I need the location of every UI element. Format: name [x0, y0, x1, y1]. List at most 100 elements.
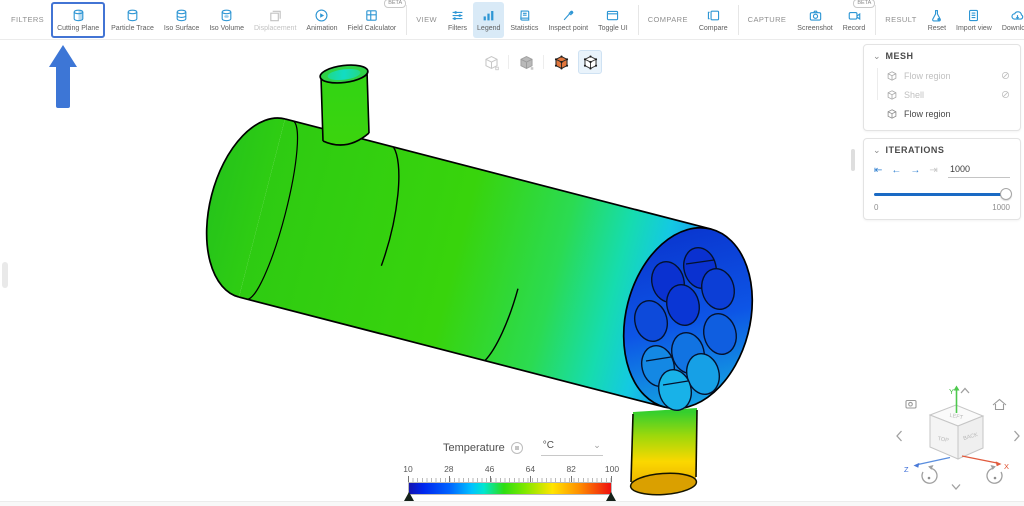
mesh-panel-header[interactable]: ⌄ MESH [864, 45, 1020, 65]
view-mode-solid-button[interactable] [514, 50, 538, 74]
animation-icon [314, 8, 329, 23]
statistics-icon [517, 8, 532, 23]
iso-volume-icon [219, 8, 234, 23]
toolbar-divider [738, 5, 739, 35]
statistics-button[interactable]: Statistics [506, 2, 542, 38]
solid-cube-icon [518, 54, 535, 71]
download-icon [1010, 8, 1024, 23]
colorbar-ticks [408, 476, 612, 482]
view-mode-surface-mesh-button[interactable] [549, 50, 573, 74]
legend-icon [481, 8, 496, 23]
right-panel-handle[interactable] [851, 149, 855, 171]
toggle-ui-button[interactable]: Toggle UI [594, 2, 632, 38]
filters-icon [450, 8, 465, 23]
legend-field-label: Temperature [443, 442, 505, 454]
view-mode-wireframe-button[interactable] [479, 50, 503, 74]
legend-button[interactable]: Legend [473, 2, 504, 38]
axis-z: Z [904, 458, 950, 475]
inspect-point-icon [561, 8, 576, 23]
beta-badge: BETA [853, 0, 875, 8]
screenshot-button[interactable]: Screenshot [793, 2, 836, 38]
field-calculator-button[interactable]: BETA Field Calculator [344, 2, 401, 38]
roll-cw-arrow[interactable] [987, 469, 1002, 484]
model-outlet-nozzle [630, 408, 697, 497]
reset-button[interactable]: Reset [924, 2, 950, 38]
view-mode-outline-mesh-button[interactable] [578, 50, 602, 74]
iteration-value-field[interactable]: 1000 [948, 163, 1010, 178]
colorbar-min-handle[interactable] [404, 492, 414, 501]
particle-trace-button[interactable]: Particle Trace [107, 2, 158, 38]
roll-dot [928, 477, 931, 480]
view-mode-separator [508, 55, 509, 69]
slider-handle[interactable] [1000, 188, 1012, 200]
download-button[interactable]: Download [998, 2, 1024, 38]
visibility-off-icon[interactable] [1000, 70, 1011, 81]
iso-volume-button[interactable]: Iso Volume [205, 2, 248, 38]
toolbar-divider [638, 5, 639, 35]
mesh-item-flow-region-1[interactable]: Flow region [864, 66, 1020, 85]
record-button[interactable]: BETA Record [839, 2, 870, 38]
inspect-point-button[interactable]: Inspect point [544, 2, 592, 38]
navigation-cube[interactable]: LEFT TOP BACK Y X Z [892, 383, 1024, 501]
cutting-plane-button[interactable]: Cutting Plane [51, 2, 105, 38]
chevron-down-icon: ⌄ [593, 440, 601, 451]
step-last-button: ⇥ [929, 165, 937, 177]
group-label-view: VIEW [416, 15, 437, 24]
unit-dropdown[interactable]: °C ⌄ [541, 440, 603, 456]
colorbar-max-handle[interactable] [606, 492, 616, 501]
iso-surface-button[interactable]: Iso Surface [160, 2, 203, 38]
axis-y-label: Y [949, 387, 954, 396]
mesh-cube-icon [886, 89, 898, 101]
group-label-filters: FILTERS [11, 15, 44, 24]
toolbar-divider [406, 5, 407, 35]
mesh-panel-title: MESH [886, 51, 914, 61]
step-next-button[interactable]: → [910, 165, 920, 177]
import-view-button[interactable]: Import view [952, 2, 996, 38]
displacement-button: Displacement [250, 2, 300, 38]
slider-min-label: 0 [874, 203, 878, 212]
rotate-down-chevron[interactable] [952, 485, 960, 490]
footer-strip [0, 501, 1024, 506]
axis-x-label: X [1004, 462, 1009, 471]
field-calculator-icon [364, 8, 379, 23]
filters-button[interactable]: Filters [444, 2, 471, 38]
axis-x: X [962, 456, 1009, 471]
iterations-panel-title: ITERATIONS [886, 145, 945, 155]
step-previous-button[interactable]: ← [891, 165, 901, 177]
slider-max-label: 1000 [992, 203, 1010, 212]
iso-surface-icon [174, 8, 189, 23]
tick-label: 100 [605, 464, 619, 474]
top-toolbar: FILTERS Cutting Plane Particle Trace Iso… [0, 0, 1024, 40]
iterations-panel-header[interactable]: ⌄ ITERATIONS [864, 139, 1020, 159]
group-label-result: RESULT [885, 15, 916, 24]
iteration-slider[interactable] [874, 188, 1010, 200]
mesh-item-flow-region-2[interactable]: Flow region [864, 104, 1020, 123]
tree-connector [877, 68, 878, 100]
model-inlet-nozzle [319, 63, 369, 145]
step-first-button[interactable]: ⇤ [874, 165, 882, 177]
compare-button[interactable]: Compare [695, 2, 732, 38]
left-panel-handle[interactable] [2, 262, 8, 288]
view-mode-bar [479, 50, 602, 74]
iterations-panel: ⌄ ITERATIONS ⇤ ← → ⇥ 1000 0 1000 [863, 138, 1021, 220]
mesh-surface-cube-icon [553, 54, 570, 71]
rotate-up-chevron[interactable] [961, 389, 969, 394]
collapse-chevron-icon: ⌄ [873, 53, 881, 59]
animation-button[interactable]: Animation [302, 2, 341, 38]
screenshot-icon [808, 8, 823, 23]
home-view-icon[interactable] [993, 400, 1006, 410]
roll-ccw-arrow[interactable] [922, 469, 937, 484]
visibility-off-icon[interactable] [1000, 89, 1011, 100]
displacement-icon [268, 8, 283, 23]
colorbar-gradient [408, 482, 612, 495]
record-icon [847, 8, 862, 23]
camera-view-icon[interactable] [906, 401, 916, 409]
legend-settings-icon[interactable] [511, 442, 523, 454]
group-label-capture: CAPTURE [748, 15, 787, 24]
slider-track[interactable] [874, 193, 1010, 196]
mesh-item-shell[interactable]: Shell [864, 85, 1020, 104]
rotate-right-chevron[interactable] [1015, 431, 1020, 441]
view-mode-separator [543, 55, 544, 69]
arrow-shaft [56, 65, 70, 108]
rotate-left-chevron[interactable] [897, 431, 902, 441]
